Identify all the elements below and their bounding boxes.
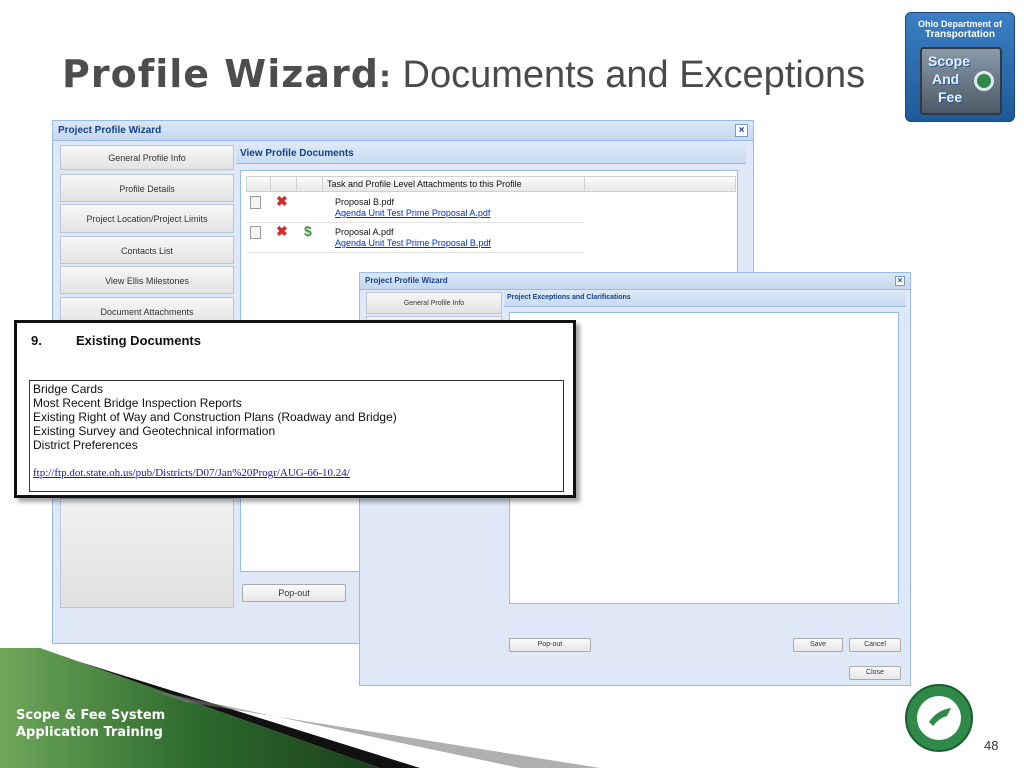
grid-header-label: Task and Profile Level Attachments to th… — [323, 177, 585, 191]
popout-button[interactable]: Pop-out — [509, 638, 591, 652]
close-icon[interactable]: × — [895, 276, 905, 286]
existing-documents-box: 9. Existing Documents Bridge Cards Most R… — [14, 320, 576, 498]
footer-line1: Scope & Fee System — [16, 708, 166, 723]
page-number: 48 — [984, 738, 999, 753]
document-icon[interactable] — [250, 196, 261, 209]
attachment-link[interactable]: Agenda Unit Test Prime Proposal B.pdf — [335, 238, 491, 248]
dollar-icon[interactable]: $ — [304, 223, 312, 239]
table-row: ✖ Proposal B.pdf Agenda Unit Test Prime … — [246, 193, 584, 223]
nav-contacts-list[interactable]: Contacts List — [60, 236, 234, 264]
list-item: Bridge Cards — [33, 382, 104, 396]
section-title: Existing Documents — [76, 333, 201, 348]
logo-word-fee: Fee — [938, 89, 963, 105]
footer-line2: Application Training — [16, 725, 163, 740]
list-item: Most Recent Bridge Inspection Reports — [33, 396, 242, 410]
window-titlebar: Project Profile Wizard × — [360, 273, 910, 290]
attachment-name: Proposal B.pdf — [335, 197, 395, 207]
save-button[interactable]: Save — [793, 638, 843, 652]
section-number: 9. — [31, 333, 42, 348]
vault-icon: Scope And Fee — [920, 47, 1002, 115]
table-row: ✖ $ Proposal A.pdf Agenda Unit Test Prim… — [246, 223, 584, 253]
list-item: Existing Right of Way and Construction P… — [33, 410, 397, 424]
nav-general-profile-info[interactable]: General Profile Info — [60, 145, 234, 170]
existing-documents-heading: 9. Existing Documents — [31, 333, 201, 348]
window-title: Project Profile Wizard — [365, 276, 448, 285]
slide-title: Profile Wizard: Documents and Exceptions — [62, 52, 865, 97]
ftp-link[interactable]: ftp://ftp.dot.state.oh.us/pub/Districts/… — [33, 467, 350, 479]
slide-title-strong: Profile Wizard — [62, 52, 379, 96]
slide-title-rest: Documents and Exceptions — [391, 54, 866, 96]
nav-panel-filler — [60, 498, 234, 608]
delete-icon[interactable]: ✖ — [276, 223, 288, 240]
cancel-button[interactable]: Cancel — [849, 638, 901, 652]
close-button[interactable]: Close — [849, 666, 901, 680]
logo-line2: Transportation — [924, 29, 995, 40]
nav-project-location[interactable]: Project Location/Project Limits — [60, 204, 234, 233]
nav-profile-details[interactable]: Profile Details — [60, 174, 234, 202]
odot-logo: Ohio Department of Transportation Scope … — [905, 12, 1015, 122]
close-icon[interactable]: × — [735, 124, 748, 137]
list-item: Existing Survey and Geotechnical informa… — [33, 424, 276, 438]
attachment-name: Proposal A.pdf — [335, 227, 394, 237]
logo-word-and: And — [932, 71, 960, 87]
delete-icon[interactable]: ✖ — [276, 193, 288, 210]
view-profile-documents-header: View Profile Documents — [236, 145, 746, 164]
logo-word-scope: Scope — [928, 53, 971, 69]
window-title: Project Profile Wizard — [58, 125, 162, 136]
logo-line1: Ohio Department of — [917, 19, 1002, 29]
nav-view-ellis-milestones[interactable]: View Ellis Milestones — [60, 266, 234, 294]
slide-title-colon: : — [378, 60, 392, 95]
list-item: District Preferences — [33, 438, 138, 452]
dial-icon — [974, 71, 994, 91]
ohio-outline-icon — [929, 708, 951, 726]
attachment-link[interactable]: Agenda Unit Test Prime Proposal A.pdf — [335, 208, 490, 218]
state-seal-icon — [905, 684, 973, 752]
popout-button[interactable]: Pop-out — [242, 584, 346, 602]
exceptions-header: Project Exceptions and Clarifications — [504, 292, 906, 307]
document-icon[interactable] — [250, 226, 261, 239]
nav-general-profile-info[interactable]: General Profile Info — [366, 292, 502, 314]
attachments-grid-header: Task and Profile Level Attachments to th… — [246, 176, 736, 192]
window-titlebar: Project Profile Wizard × — [53, 121, 753, 141]
existing-documents-list: Bridge Cards Most Recent Bridge Inspecti… — [29, 380, 564, 492]
